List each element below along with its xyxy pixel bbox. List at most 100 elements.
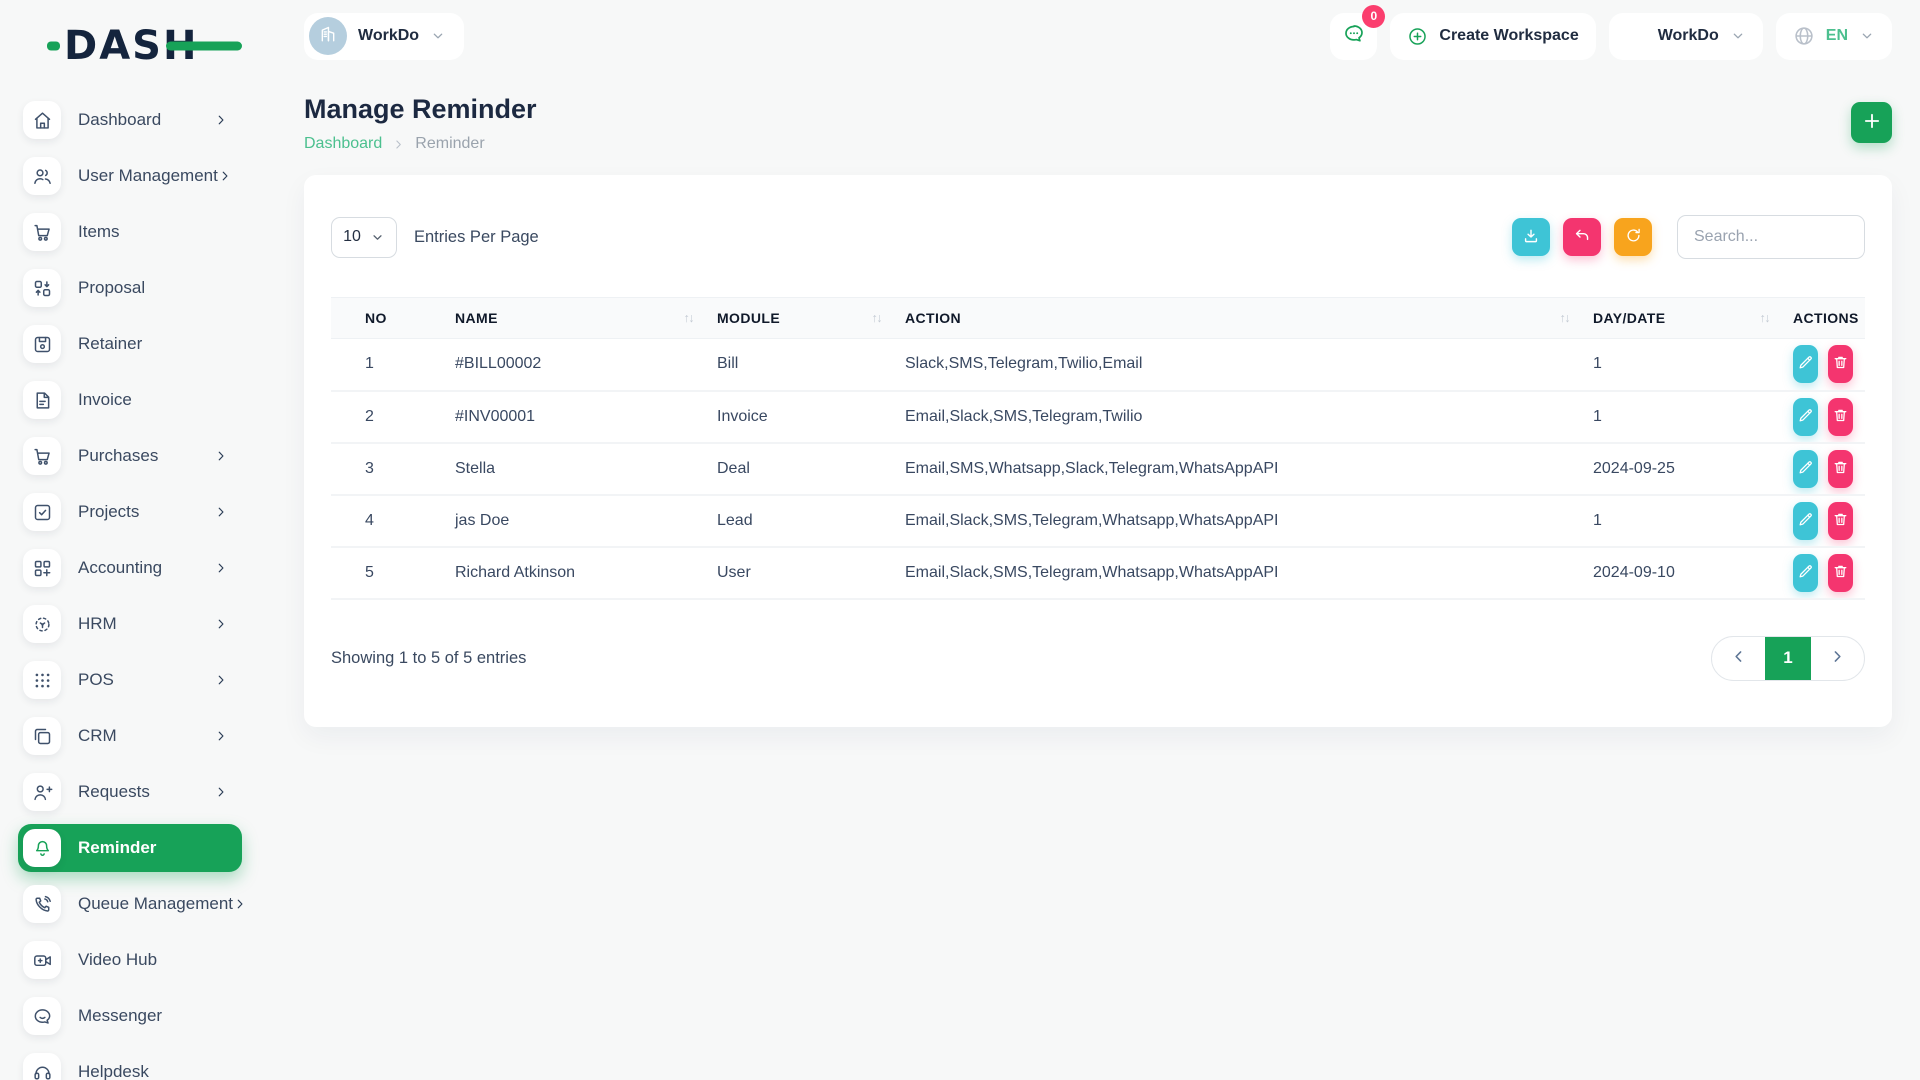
pagination: 1 <box>1711 636 1865 681</box>
cell-action: Email,Slack,SMS,Telegram,Whatsapp,WhatsA… <box>893 547 1581 599</box>
table-row: 2#INV00001InvoiceEmail,Slack,SMS,Telegra… <box>331 391 1865 443</box>
sidebar-item-reminder[interactable]: Reminder <box>18 824 242 872</box>
cell-name: Stella <box>443 443 705 495</box>
delete-button[interactable] <box>1828 502 1853 540</box>
column-header-name[interactable]: NAME↑↓ <box>443 298 705 339</box>
pencil-icon <box>1797 511 1814 531</box>
chevron-right-icon <box>214 449 228 463</box>
sidebar-item-user-management[interactable]: User Management <box>18 152 242 200</box>
sidebar-item-purchases[interactable]: Purchases <box>18 432 242 480</box>
sidebar-item-crm[interactable]: CRM <box>18 712 242 760</box>
delete-button[interactable] <box>1828 554 1853 592</box>
edit-button[interactable] <box>1793 502 1818 540</box>
workspace-selector[interactable]: WorkDo <box>304 13 464 60</box>
users-icon <box>23 157 61 195</box>
check-square-icon <box>23 493 61 531</box>
sidebar-item-pos[interactable]: POS <box>18 656 242 704</box>
sidebar-item-retainer[interactable]: Retainer <box>18 320 242 368</box>
pencil-icon <box>1797 563 1814 583</box>
headset-icon <box>23 1053 61 1080</box>
workspace-name: WorkDo <box>358 27 419 45</box>
cell-name: jas Doe <box>443 495 705 547</box>
pagination-prev-button[interactable] <box>1712 637 1765 680</box>
sidebar-item-items[interactable]: Items <box>18 208 242 256</box>
messages-badge: 0 <box>1362 5 1385 28</box>
workspace-avatar <box>309 17 347 55</box>
pencil-icon <box>1797 459 1814 479</box>
column-header-actions: ACTIONS <box>1781 298 1865 339</box>
cell-day-date: 1 <box>1581 391 1781 443</box>
create-workspace-button[interactable]: Create Workspace <box>1390 13 1595 60</box>
edit-button[interactable] <box>1793 398 1818 436</box>
pagination-next-button[interactable] <box>1811 637 1864 680</box>
sidebar-item-messenger[interactable]: Messenger <box>18 992 242 1040</box>
reload-button[interactable] <box>1614 218 1652 256</box>
app-logo: DASH <box>64 26 198 66</box>
chevron-down-icon <box>430 28 446 44</box>
trash-icon <box>1832 354 1849 374</box>
reset-button[interactable] <box>1563 218 1601 256</box>
table-controls: 10 Entries Per Page <box>331 215 1865 259</box>
sidebar-item-hrm[interactable]: HRM <box>18 600 242 648</box>
breadcrumb-current: Reminder <box>415 135 484 153</box>
sidebar-item-requests[interactable]: Requests <box>18 768 242 816</box>
home-icon <box>23 101 61 139</box>
delete-button[interactable] <box>1828 398 1853 436</box>
chevron-down-icon <box>1730 28 1746 44</box>
sort-icon: ↑↓ <box>872 311 882 325</box>
edit-button[interactable] <box>1793 450 1818 488</box>
workspace-dropdown[interactable]: WorkDo <box>1609 13 1763 60</box>
add-reminder-button[interactable] <box>1851 102 1892 143</box>
sidebar: DASH Dashboard User Management Items Propos… <box>0 0 258 1080</box>
column-header-action[interactable]: ACTION↑↓ <box>893 298 1581 339</box>
grid-plus-icon <box>1626 26 1647 47</box>
sidebar-item-video-hub[interactable]: Video Hub <box>18 936 242 984</box>
sidebar-item-queue-management[interactable]: Queue Management <box>18 880 242 928</box>
sidebar-item-accounting[interactable]: Accounting <box>18 544 242 592</box>
sidebar-item-invoice[interactable]: Invoice <box>18 376 242 424</box>
download-icon <box>1522 227 1540 248</box>
logo-accent-bar <box>166 42 242 51</box>
search-input[interactable] <box>1677 215 1865 259</box>
export-button[interactable] <box>1512 218 1550 256</box>
edit-button[interactable] <box>1793 345 1818 383</box>
entries-per-page-label: Entries Per Page <box>414 228 539 247</box>
messages-button[interactable]: 0 <box>1330 13 1377 60</box>
breadcrumb-dashboard-link[interactable]: Dashboard <box>304 135 382 153</box>
chevron-right-icon <box>214 785 228 799</box>
user-plus-icon <box>23 773 61 811</box>
table-row: 3StellaDealEmail,SMS,Whatsapp,Slack,Tele… <box>331 443 1865 495</box>
cart-icon <box>23 213 61 251</box>
frame-icon <box>23 717 61 755</box>
chevron-right-icon <box>214 617 228 631</box>
chevron-right-icon <box>214 729 228 743</box>
table-row: 5Richard AtkinsonUserEmail,Slack,SMS,Tel… <box>331 547 1865 599</box>
swap-grid-icon <box>23 269 61 307</box>
chevron-right-icon <box>233 897 247 911</box>
delete-button[interactable] <box>1828 450 1853 488</box>
cell-day-date: 1 <box>1581 495 1781 547</box>
page-title: Manage Reminder <box>304 94 537 125</box>
column-header-no: NO <box>331 298 443 339</box>
pagination-page-1[interactable]: 1 <box>1765 637 1811 680</box>
cell-name: #INV00001 <box>443 391 705 443</box>
entries-per-page-select[interactable]: 10 <box>331 217 397 258</box>
delete-button[interactable] <box>1828 345 1853 383</box>
column-header-module[interactable]: MODULE↑↓ <box>705 298 893 339</box>
sidebar-item-dashboard[interactable]: Dashboard <box>18 96 242 144</box>
cell-action: Slack,SMS,Telegram,Twilio,Email <box>893 339 1581 391</box>
column-header-day-date[interactable]: DAY/DATE↑↓ <box>1581 298 1781 339</box>
chat-bubble-icon <box>1342 22 1366 51</box>
sidebar-item-helpdesk[interactable]: Helpdesk <box>18 1048 242 1080</box>
sort-icon: ↑↓ <box>1560 311 1570 325</box>
pencil-icon <box>1797 407 1814 427</box>
chevron-right-icon <box>214 505 228 519</box>
chevron-down-icon <box>1859 28 1875 44</box>
language-selector[interactable]: EN <box>1776 13 1892 60</box>
edit-button[interactable] <box>1793 554 1818 592</box>
sidebar-item-projects[interactable]: Projects <box>18 488 242 536</box>
sidebar-item-proposal[interactable]: Proposal <box>18 264 242 312</box>
cell-action: Email,Slack,SMS,Telegram,Twilio <box>893 391 1581 443</box>
floppy-icon <box>23 325 61 363</box>
table-header-row: NONAME↑↓MODULE↑↓ACTION↑↓DAY/DATE↑↓ACTION… <box>331 298 1865 339</box>
